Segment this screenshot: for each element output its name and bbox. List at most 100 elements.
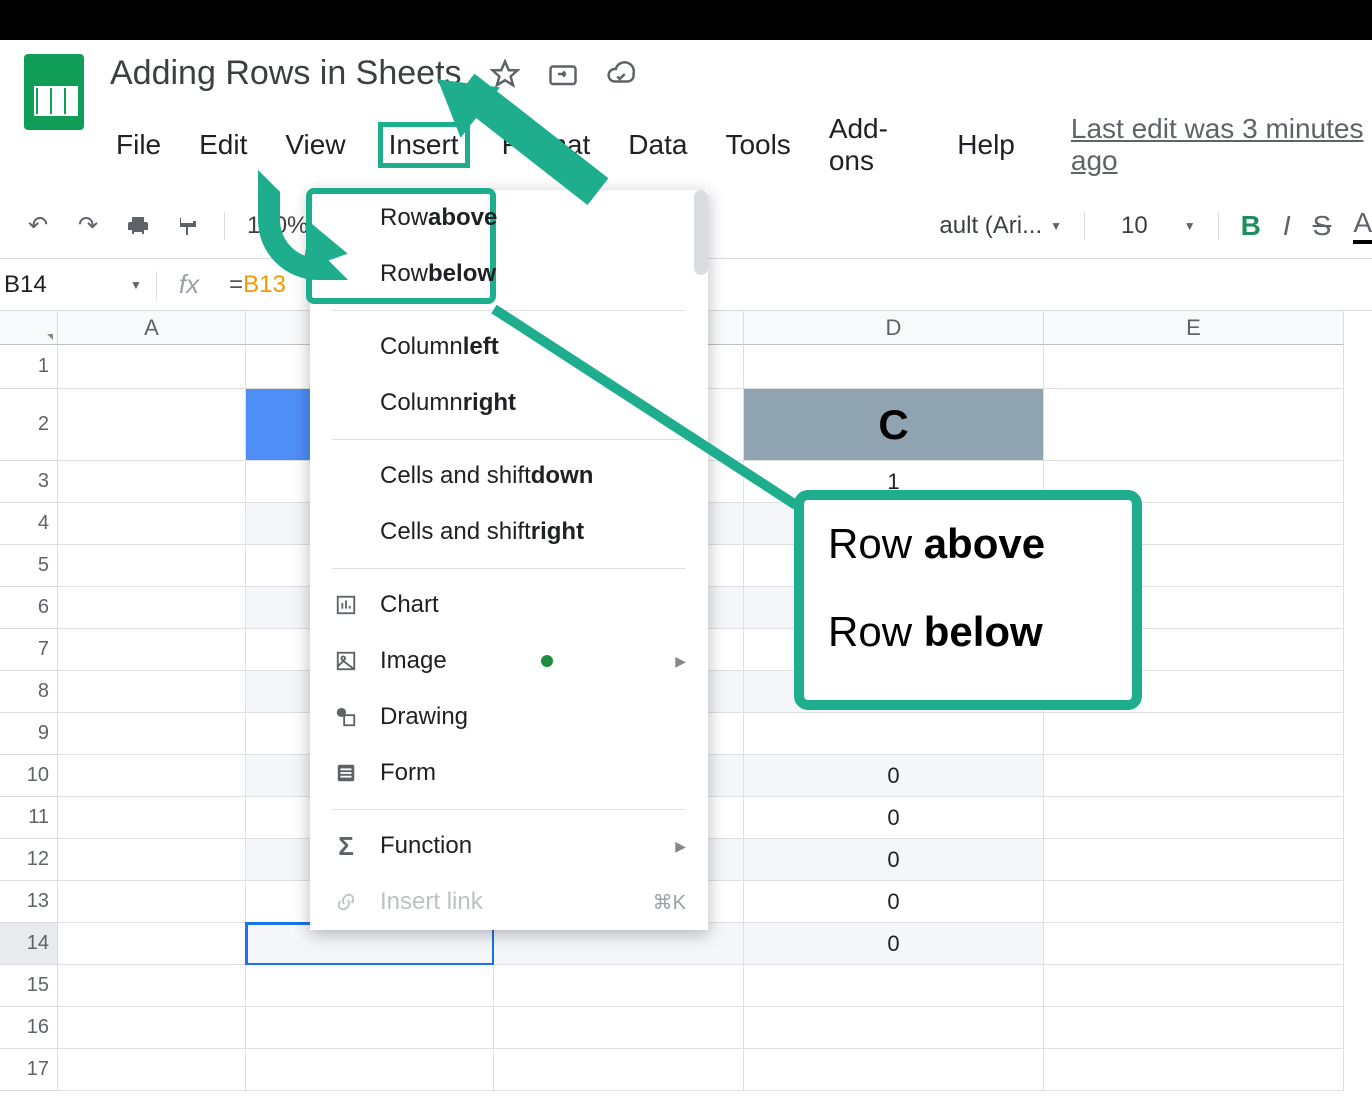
move-folder-icon[interactable]	[548, 59, 578, 89]
cell[interactable]	[494, 1007, 744, 1049]
cell[interactable]	[246, 1049, 494, 1091]
menu-file[interactable]: File	[110, 127, 167, 163]
cell[interactable]: C	[744, 389, 1044, 461]
document-title[interactable]: Adding Rows in Sheets	[110, 54, 462, 93]
column-header-E[interactable]: E	[1044, 311, 1344, 345]
text-color-button[interactable]: A	[1353, 207, 1372, 244]
insert-form[interactable]: Form	[310, 745, 708, 801]
cell[interactable]	[1044, 755, 1344, 797]
strike-button[interactable]: S	[1313, 210, 1332, 242]
insert-drawing[interactable]: Drawing	[310, 689, 708, 745]
cell[interactable]	[744, 345, 1044, 389]
column-header-A[interactable]: A	[58, 311, 246, 345]
cell[interactable]	[58, 671, 246, 713]
row-header[interactable]: 15	[0, 965, 58, 1007]
undo-icon[interactable]: ↶	[24, 212, 52, 240]
cell[interactable]	[1044, 1007, 1344, 1049]
insert-column-left[interactable]: Column left	[310, 319, 708, 375]
bold-button[interactable]: B	[1241, 210, 1261, 242]
cell[interactable]	[58, 881, 246, 923]
cell[interactable]	[58, 629, 246, 671]
dropdown-icon[interactable]: ▼	[1184, 219, 1196, 233]
cell[interactable]: 0	[744, 923, 1044, 965]
cell[interactable]	[246, 965, 494, 1007]
menu-data[interactable]: Data	[622, 127, 693, 163]
menu-edit[interactable]: Edit	[193, 127, 253, 163]
cell[interactable]	[1044, 881, 1344, 923]
cell[interactable]	[1044, 345, 1344, 389]
row-header[interactable]: 16	[0, 1007, 58, 1049]
cell[interactable]	[58, 755, 246, 797]
cell[interactable]	[58, 1007, 246, 1049]
cell[interactable]	[246, 1007, 494, 1049]
cell[interactable]	[744, 1007, 1044, 1049]
insert-row-below[interactable]: Row below	[310, 246, 708, 302]
row-header[interactable]: 1	[0, 345, 58, 389]
cell[interactable]	[58, 839, 246, 881]
cell[interactable]	[1044, 923, 1344, 965]
cell[interactable]	[1044, 713, 1344, 755]
cell[interactable]	[58, 1049, 246, 1091]
menu-addons[interactable]: Add-ons	[823, 111, 925, 179]
cell[interactable]: 0	[744, 797, 1044, 839]
select-all-corner[interactable]	[0, 311, 58, 345]
row-header[interactable]: 9	[0, 713, 58, 755]
cell[interactable]	[58, 587, 246, 629]
active-cell-ref[interactable]: B14	[0, 271, 130, 299]
row-header[interactable]: 7	[0, 629, 58, 671]
formula-input[interactable]: =B13	[229, 271, 286, 299]
cell[interactable]	[58, 461, 246, 503]
insert-row-above[interactable]: Row above	[310, 190, 708, 246]
cell[interactable]	[58, 503, 246, 545]
menu-help[interactable]: Help	[951, 127, 1021, 163]
row-header[interactable]: 13	[0, 881, 58, 923]
row-header[interactable]: 5	[0, 545, 58, 587]
insert-chart[interactable]: Chart	[310, 577, 708, 633]
cell[interactable]	[58, 545, 246, 587]
cell[interactable]	[744, 965, 1044, 1007]
cell[interactable]	[58, 389, 246, 461]
cell[interactable]: 0	[744, 839, 1044, 881]
italic-button[interactable]: I	[1283, 210, 1291, 242]
cell[interactable]	[1044, 839, 1344, 881]
cell[interactable]	[1044, 389, 1344, 461]
insert-cells-shift-right[interactable]: Cells and shift right	[310, 504, 708, 560]
cell[interactable]	[1044, 797, 1344, 839]
cell[interactable]	[58, 713, 246, 755]
insert-image[interactable]: Image▶	[310, 633, 708, 689]
row-header[interactable]: 14	[0, 923, 58, 965]
menu-view[interactable]: View	[279, 127, 351, 163]
paint-format-icon[interactable]	[174, 212, 202, 240]
cell[interactable]	[494, 1049, 744, 1091]
dropdown-icon[interactable]: ▼	[130, 278, 142, 292]
redo-icon[interactable]: ↷	[74, 212, 102, 240]
font-name-select[interactable]: ault (Ari...▼	[939, 212, 1062, 240]
menu-tools[interactable]: Tools	[719, 127, 796, 163]
row-header[interactable]: 11	[0, 797, 58, 839]
cell[interactable]: 0	[744, 881, 1044, 923]
row-header[interactable]: 8	[0, 671, 58, 713]
cell[interactable]	[58, 965, 246, 1007]
font-size-value[interactable]: 10	[1121, 212, 1148, 240]
cell[interactable]	[1044, 1049, 1344, 1091]
cell[interactable]	[58, 923, 246, 965]
cell[interactable]: 0	[744, 755, 1044, 797]
row-header[interactable]: 3	[0, 461, 58, 503]
cell[interactable]	[1044, 965, 1344, 1007]
last-edit-link[interactable]: Last edit was 3 minutes ago	[1071, 113, 1372, 177]
cell[interactable]	[58, 345, 246, 389]
row-header[interactable]: 6	[0, 587, 58, 629]
insert-function[interactable]: ΣFunction▶	[310, 818, 708, 874]
cell[interactable]	[744, 1049, 1044, 1091]
row-header[interactable]: 4	[0, 503, 58, 545]
row-header[interactable]: 10	[0, 755, 58, 797]
row-header[interactable]: 2	[0, 389, 58, 461]
cell[interactable]	[58, 797, 246, 839]
cell[interactable]	[494, 965, 744, 1007]
insert-cells-shift-down[interactable]: Cells and shift down	[310, 448, 708, 504]
row-header[interactable]: 12	[0, 839, 58, 881]
column-header-D[interactable]: D	[744, 311, 1044, 345]
print-icon[interactable]	[124, 212, 152, 240]
row-header[interactable]: 17	[0, 1049, 58, 1091]
cell[interactable]	[744, 713, 1044, 755]
